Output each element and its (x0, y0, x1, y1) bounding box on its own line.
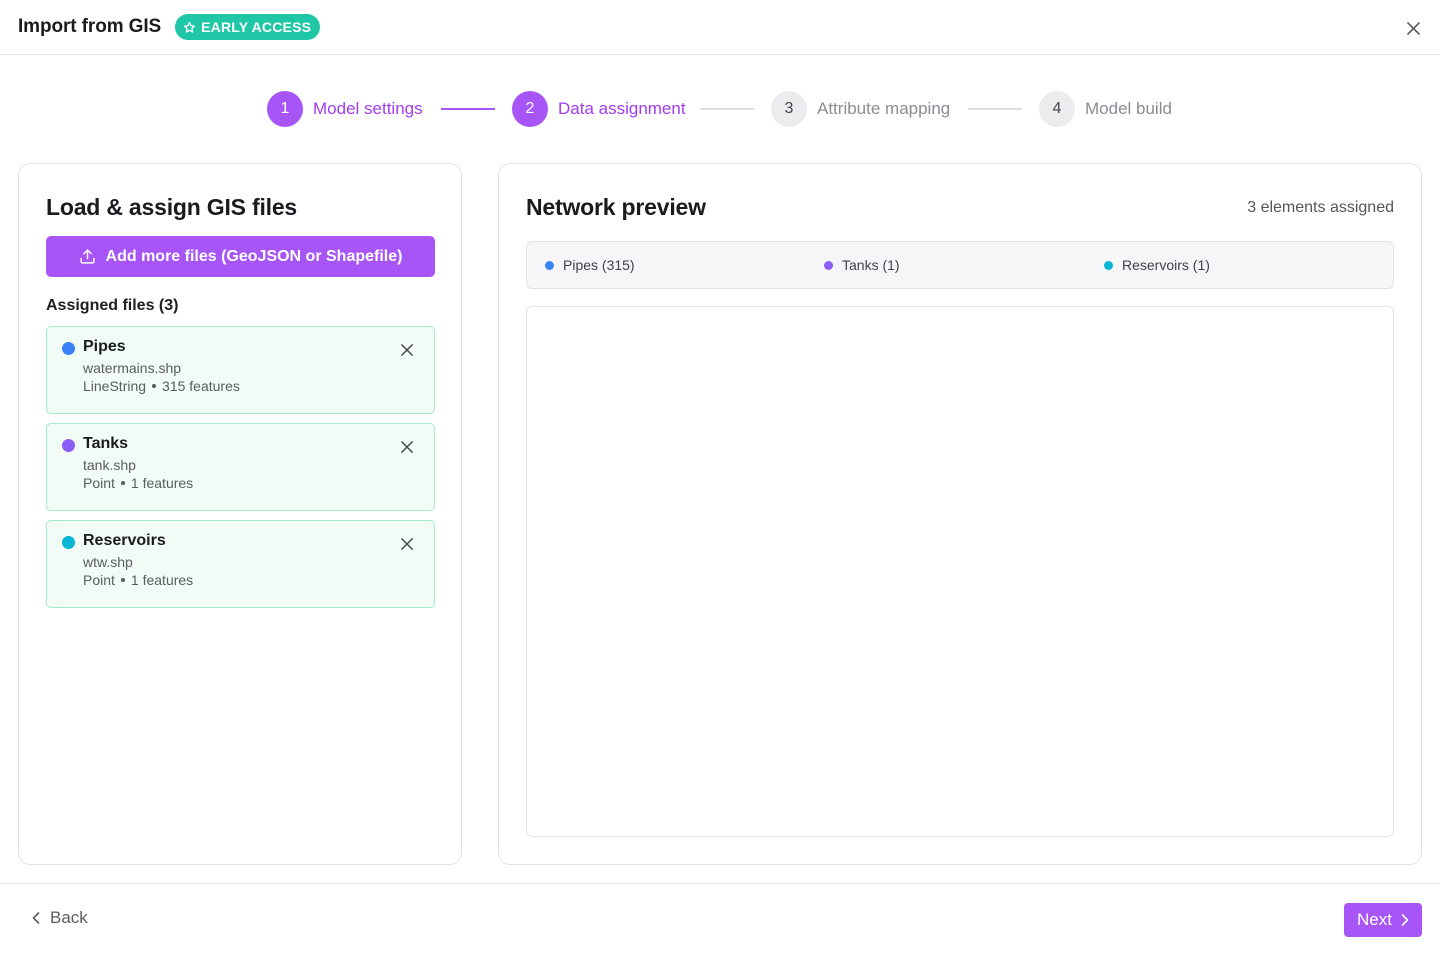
file-meta: Point 1 features (83, 475, 193, 491)
remove-file-button[interactable] (400, 440, 414, 454)
file-layer-name: Tanks (83, 435, 129, 452)
legend-dot (1104, 260, 1113, 270)
star-icon (184, 21, 196, 33)
layer-color-dot (62, 439, 75, 452)
panel-title: Load & assign GIS files (46, 194, 298, 220)
step-model-build[interactable]: 4 Model build (1039, 90, 1172, 128)
panel-title: Network preview (526, 194, 706, 220)
file-card-pipes: Pipes watermains.shp LineString 315 feat… (46, 326, 435, 414)
legend-dot (545, 260, 554, 270)
file-feature-count: 1 features (130, 572, 194, 588)
close-icon (401, 441, 413, 453)
step-connector (968, 108, 1022, 110)
stepper: 1 Model settings 2 Data assignment 3 Att… (0, 90, 1440, 128)
badge-label: EARLY ACCESS (201, 19, 312, 35)
next-button[interactable]: Next (1344, 903, 1422, 937)
file-geometry: Point (83, 475, 115, 491)
layer-color-dot (62, 342, 75, 355)
preview-legend: Pipes (315) Tanks (1) Reservoirs (1) (526, 241, 1394, 289)
step-number: 4 (1039, 91, 1075, 127)
legend-label: Reservoirs (1) (1122, 257, 1210, 273)
add-files-label: Add more files (GeoJSON or Shapefile) (105, 247, 403, 265)
bullet-separator (152, 384, 157, 388)
remove-file-button[interactable] (400, 537, 414, 551)
file-feature-count: 1 features (130, 475, 194, 491)
dialog-header: Import from GIS EARLY ACCESS (0, 0, 1440, 55)
remove-file-button[interactable] (400, 343, 414, 357)
dialog-title: Import from GIS (18, 16, 162, 37)
step-connector (700, 108, 754, 110)
file-meta: Point 1 features (83, 572, 193, 588)
back-button[interactable]: Back (32, 908, 88, 928)
dialog-footer: Back Next (0, 883, 1440, 954)
file-source: tank.shp (83, 457, 136, 473)
legend-item-pipes[interactable]: Pipes (315) (545, 242, 635, 288)
close-icon (401, 344, 413, 356)
step-number: 1 (267, 91, 303, 127)
back-label: Back (50, 908, 88, 927)
file-geometry: LineString (83, 378, 147, 394)
close-button[interactable] (1404, 19, 1422, 37)
step-label: Attribute mapping (817, 99, 951, 118)
legend-item-tanks[interactable]: Tanks (1) (824, 242, 900, 288)
elements-assigned-count: 3 elements assigned (1247, 199, 1394, 216)
chevron-right-icon (1401, 914, 1409, 926)
step-connector (441, 108, 495, 110)
bullet-separator (120, 481, 125, 485)
chevron-left-icon (32, 912, 40, 924)
next-label: Next (1357, 910, 1392, 929)
close-icon (401, 538, 413, 550)
legend-item-reservoirs[interactable]: Reservoirs (1) (1104, 242, 1210, 288)
bullet-separator (120, 578, 125, 582)
step-number: 2 (512, 91, 548, 127)
legend-label: Pipes (315) (563, 257, 635, 273)
step-number: 3 (771, 91, 807, 127)
add-files-button[interactable]: Add more files (GeoJSON or Shapefile) (46, 236, 435, 277)
step-attribute-mapping[interactable]: 3 Attribute mapping (771, 90, 950, 128)
step-data-assignment[interactable]: 2 Data assignment (512, 90, 686, 128)
legend-label: Tanks (1) (842, 257, 900, 273)
file-layer-name: Reservoirs (83, 532, 166, 549)
file-card-tanks: Tanks tank.shp Point 1 features (46, 423, 435, 511)
upload-icon (79, 249, 95, 264)
assigned-files-heading: Assigned files (3) (46, 297, 179, 314)
step-model-settings[interactable]: 1 Model settings (267, 90, 423, 128)
layer-color-dot (62, 536, 75, 549)
file-source: wtw.shp (83, 554, 133, 570)
legend-dot (824, 260, 833, 270)
early-access-badge: EARLY ACCESS (175, 14, 321, 40)
file-meta: LineString 315 features (83, 378, 240, 394)
file-source: watermains.shp (83, 360, 182, 376)
file-feature-count: 315 features (162, 378, 240, 394)
network-preview-panel: Network preview 3 elements assigned Pipe… (498, 163, 1422, 865)
file-card-reservoirs: Reservoirs wtw.shp Point 1 features (46, 520, 435, 608)
step-label: Model settings (313, 99, 423, 118)
network-map-canvas[interactable] (526, 306, 1394, 837)
file-layer-name: Pipes (83, 338, 126, 355)
file-geometry: Point (83, 572, 115, 588)
gis-files-panel: Load & assign GIS files Add more files (… (18, 163, 462, 865)
step-label: Model build (1085, 99, 1172, 118)
close-icon (1406, 21, 1420, 35)
step-label: Data assignment (558, 99, 686, 118)
